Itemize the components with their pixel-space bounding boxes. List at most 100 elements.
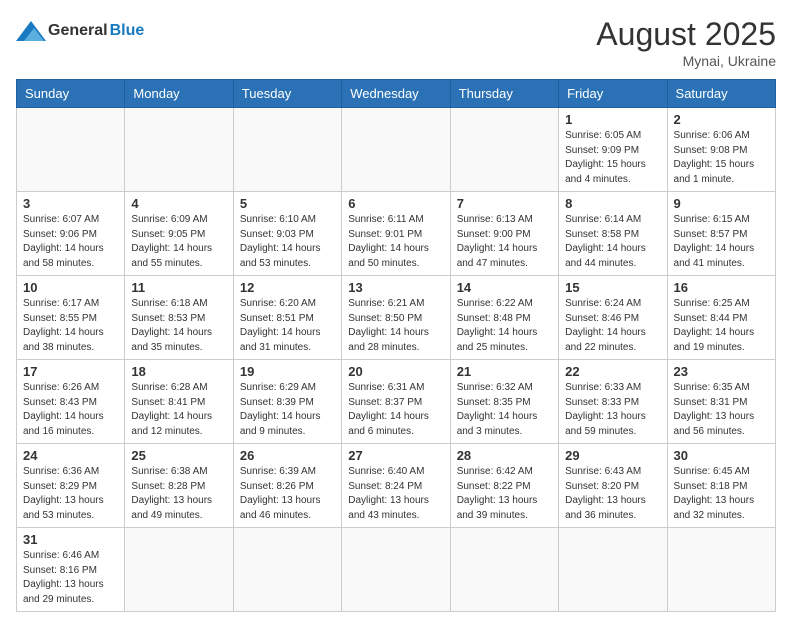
day-number: 20 [348, 364, 443, 379]
calendar-cell [233, 108, 341, 192]
calendar-cell [125, 108, 233, 192]
day-number: 13 [348, 280, 443, 295]
day-info: Sunrise: 6:35 AM Sunset: 8:31 PM Dayligh… [674, 381, 769, 439]
day-number: 12 [240, 280, 335, 295]
calendar-cell [17, 108, 125, 192]
day-info: Sunrise: 6:06 AM Sunset: 9:08 PM Dayligh… [674, 129, 769, 187]
calendar-week-row: 17Sunrise: 6:26 AM Sunset: 8:43 PM Dayli… [17, 360, 776, 444]
day-info: Sunrise: 6:33 AM Sunset: 8:33 PM Dayligh… [565, 381, 660, 439]
day-number: 8 [565, 196, 660, 211]
calendar-week-row: 24 Sunrise: 6:36 AM Sunset: 8:29 PM Dayli… [17, 444, 776, 528]
calendar-cell: 26Sunrise: 6:39 AM Sunset: 8:26 PM Dayli… [233, 444, 341, 528]
day-info: Sunrise: 6:43 AM Sunset: 8:20 PM Dayligh… [565, 465, 660, 523]
day-number: 19 [240, 364, 335, 379]
calendar-week-row: 10 Sunrise: 6:17 AM Sunset: 8:55 PM Dayli… [17, 276, 776, 360]
day-number: 18 [131, 364, 226, 379]
day-info: Sunrise: 6:25 AM Sunset: 8:44 PM Dayligh… [674, 297, 769, 355]
day-number: 28 [457, 448, 552, 463]
calendar-cell [342, 528, 450, 612]
weekday-header-saturday: Saturday [667, 80, 775, 108]
day-number: 24 [23, 448, 118, 463]
day-number: 22 [565, 364, 660, 379]
day-number: 1 [565, 112, 660, 127]
calendar-cell [342, 108, 450, 192]
day-info: Sunrise: 6:46 AM Sunset: 8:16 PM Dayligh… [23, 549, 118, 607]
day-number: 23 [674, 364, 769, 379]
day-info: Sunrise: 6:24 AM Sunset: 8:46 PM Dayligh… [565, 297, 660, 355]
day-info: Sunrise: 6:10 AM Sunset: 9:03 PM Dayligh… [240, 213, 335, 271]
day-number: 7 [457, 196, 552, 211]
day-number: 14 [457, 280, 552, 295]
day-info: Sunrise: 6:07 AM Sunset: 9:06 PM Dayligh… [23, 213, 118, 271]
calendar-cell: 1Sunrise: 6:05 AM Sunset: 9:09 PM Daylig… [559, 108, 667, 192]
day-info: Sunrise: 6:17 AM Sunset: 8:55 PM Dayligh… [23, 297, 118, 355]
logo-brand: General Blue [16, 16, 144, 46]
day-info: Sunrise: 6:20 AM Sunset: 8:51 PM Dayligh… [240, 297, 335, 355]
day-number: 17 [23, 364, 118, 379]
calendar-cell: 8 Sunrise: 6:14 AM Sunset: 8:58 PM Daylig… [559, 192, 667, 276]
calendar-cell [233, 528, 341, 612]
calendar-cell: 29 Sunrise: 6:43 AM Sunset: 8:20 PM Dayli… [559, 444, 667, 528]
calendar-cell [125, 528, 233, 612]
logo-triangle-icon [16, 16, 46, 46]
day-info: Sunrise: 6:42 AM Sunset: 8:22 PM Dayligh… [457, 465, 552, 523]
weekday-header-sunday: Sunday [17, 80, 125, 108]
day-info: Sunrise: 6:11 AM Sunset: 9:01 PM Dayligh… [348, 213, 443, 271]
day-info: Sunrise: 6:39 AM Sunset: 8:26 PM Dayligh… [240, 465, 335, 523]
day-info: Sunrise: 6:09 AM Sunset: 9:05 PM Dayligh… [131, 213, 226, 271]
weekday-header-thursday: Thursday [450, 80, 558, 108]
calendar-cell: 19 Sunrise: 6:29 AM Sunset: 8:39 PM Dayli… [233, 360, 341, 444]
calendar-cell: 28 Sunrise: 6:42 AM Sunset: 8:22 PM Dayli… [450, 444, 558, 528]
calendar-header-row: SundayMondayTuesdayWednesdayThursdayFrid… [17, 80, 776, 108]
day-info: Sunrise: 6:14 AM Sunset: 8:58 PM Dayligh… [565, 213, 660, 271]
location-subtitle: Mynai, Ukraine [596, 53, 776, 69]
logo-blue-text: Blue [110, 22, 145, 40]
calendar-cell: 3 Sunrise: 6:07 AM Sunset: 9:06 PM Daylig… [17, 192, 125, 276]
calendar-week-row: 1Sunrise: 6:05 AM Sunset: 9:09 PM Daylig… [17, 108, 776, 192]
weekday-header-tuesday: Tuesday [233, 80, 341, 108]
calendar-cell: 6Sunrise: 6:11 AM Sunset: 9:01 PM Daylig… [342, 192, 450, 276]
day-info: Sunrise: 6:36 AM Sunset: 8:29 PM Dayligh… [23, 465, 118, 523]
calendar-week-row: 31 Sunrise: 6:46 AM Sunset: 8:16 PM Dayli… [17, 528, 776, 612]
day-info: Sunrise: 6:28 AM Sunset: 8:41 PM Dayligh… [131, 381, 226, 439]
calendar-cell: 7 Sunrise: 6:13 AM Sunset: 9:00 PM Daylig… [450, 192, 558, 276]
day-number: 10 [23, 280, 118, 295]
day-info: Sunrise: 6:45 AM Sunset: 8:18 PM Dayligh… [674, 465, 769, 523]
calendar-cell: 15 Sunrise: 6:24 AM Sunset: 8:46 PM Dayli… [559, 276, 667, 360]
day-number: 29 [565, 448, 660, 463]
day-number: 27 [348, 448, 443, 463]
calendar-cell [559, 528, 667, 612]
weekday-header-friday: Friday [559, 80, 667, 108]
day-number: 3 [23, 196, 118, 211]
calendar-cell: 31 Sunrise: 6:46 AM Sunset: 8:16 PM Dayli… [17, 528, 125, 612]
day-info: Sunrise: 6:18 AM Sunset: 8:53 PM Dayligh… [131, 297, 226, 355]
calendar-cell [450, 108, 558, 192]
logo: General Blue [16, 16, 144, 46]
day-info: Sunrise: 6:29 AM Sunset: 8:39 PM Dayligh… [240, 381, 335, 439]
day-number: 15 [565, 280, 660, 295]
calendar-cell: 17Sunrise: 6:26 AM Sunset: 8:43 PM Dayli… [17, 360, 125, 444]
calendar-cell [667, 528, 775, 612]
calendar-cell: 20 Sunrise: 6:31 AM Sunset: 8:37 PM Dayli… [342, 360, 450, 444]
logo-general-text: General [48, 22, 108, 40]
calendar-cell: 25Sunrise: 6:38 AM Sunset: 8:28 PM Dayli… [125, 444, 233, 528]
day-number: 2 [674, 112, 769, 127]
weekday-header-wednesday: Wednesday [342, 80, 450, 108]
day-info: Sunrise: 6:40 AM Sunset: 8:24 PM Dayligh… [348, 465, 443, 523]
calendar-cell: 5Sunrise: 6:10 AM Sunset: 9:03 PM Daylig… [233, 192, 341, 276]
calendar-cell: 22 Sunrise: 6:33 AM Sunset: 8:33 PM Dayli… [559, 360, 667, 444]
day-info: Sunrise: 6:13 AM Sunset: 9:00 PM Dayligh… [457, 213, 552, 271]
day-number: 16 [674, 280, 769, 295]
calendar-cell: 13 Sunrise: 6:21 AM Sunset: 8:50 PM Dayli… [342, 276, 450, 360]
calendar-cell: 9Sunrise: 6:15 AM Sunset: 8:57 PM Daylig… [667, 192, 775, 276]
day-info: Sunrise: 6:38 AM Sunset: 8:28 PM Dayligh… [131, 465, 226, 523]
day-number: 31 [23, 532, 118, 547]
calendar-cell: 24 Sunrise: 6:36 AM Sunset: 8:29 PM Dayli… [17, 444, 125, 528]
calendar-table: SundayMondayTuesdayWednesdayThursdayFrid… [16, 79, 776, 612]
day-info: Sunrise: 6:15 AM Sunset: 8:57 PM Dayligh… [674, 213, 769, 271]
calendar-cell: 30Sunrise: 6:45 AM Sunset: 8:18 PM Dayli… [667, 444, 775, 528]
day-info: Sunrise: 6:31 AM Sunset: 8:37 PM Dayligh… [348, 381, 443, 439]
calendar-cell: 21Sunrise: 6:32 AM Sunset: 8:35 PM Dayli… [450, 360, 558, 444]
calendar-cell: 16 Sunrise: 6:25 AM Sunset: 8:44 PM Dayli… [667, 276, 775, 360]
day-info: Sunrise: 6:21 AM Sunset: 8:50 PM Dayligh… [348, 297, 443, 355]
